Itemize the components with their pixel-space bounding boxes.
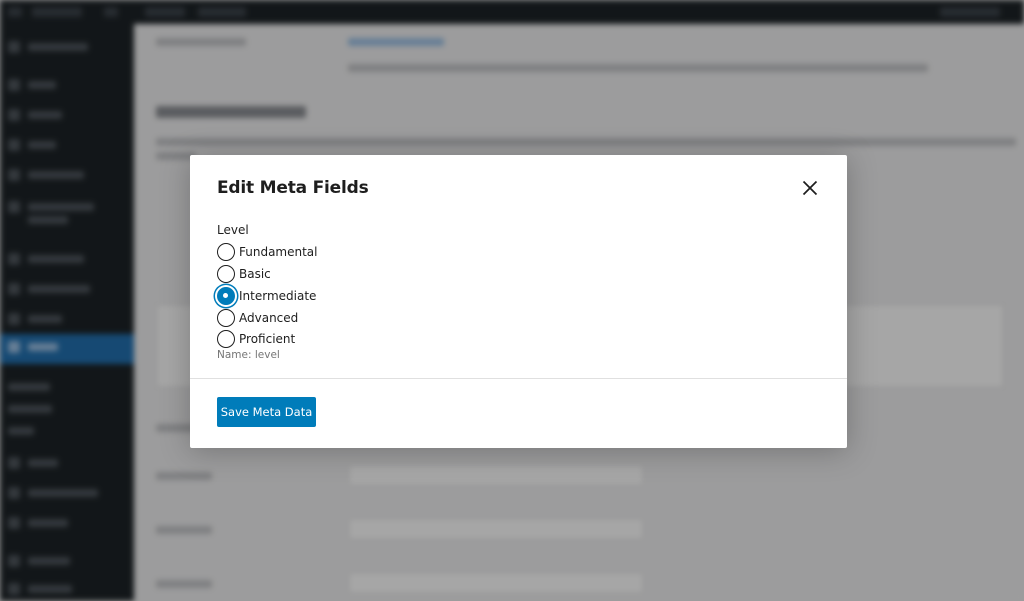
radio-button[interactable] <box>217 330 235 348</box>
save-meta-data-button[interactable]: Save Meta Data <box>217 397 316 427</box>
level-field-label: Level <box>217 223 249 237</box>
radio-label[interactable]: Advanced <box>239 311 298 325</box>
radio-button-checked[interactable] <box>217 287 235 305</box>
modal-title: Edit Meta Fields <box>217 178 369 198</box>
radio-label[interactable]: Proficient <box>239 332 295 346</box>
radio-label[interactable]: Fundamental <box>239 245 318 259</box>
radio-label[interactable]: Basic <box>239 267 271 281</box>
edit-meta-fields-modal: Edit Meta Fields Level Fundamental Basic… <box>190 155 847 448</box>
close-button[interactable] <box>797 175 823 201</box>
radio-option-proficient[interactable]: Proficient <box>217 329 295 349</box>
radio-button[interactable] <box>217 309 235 327</box>
field-help-text: Name: level <box>217 349 280 361</box>
radio-option-basic[interactable]: Basic <box>217 264 271 284</box>
radio-button[interactable] <box>217 265 235 283</box>
radio-label[interactable]: Intermediate <box>239 289 316 303</box>
modal-divider <box>190 378 847 379</box>
radio-option-intermediate[interactable]: Intermediate <box>217 286 316 306</box>
radio-option-fundamental[interactable]: Fundamental <box>217 242 318 262</box>
radio-button[interactable] <box>217 243 235 261</box>
close-icon <box>802 180 818 196</box>
radio-option-advanced[interactable]: Advanced <box>217 308 298 328</box>
